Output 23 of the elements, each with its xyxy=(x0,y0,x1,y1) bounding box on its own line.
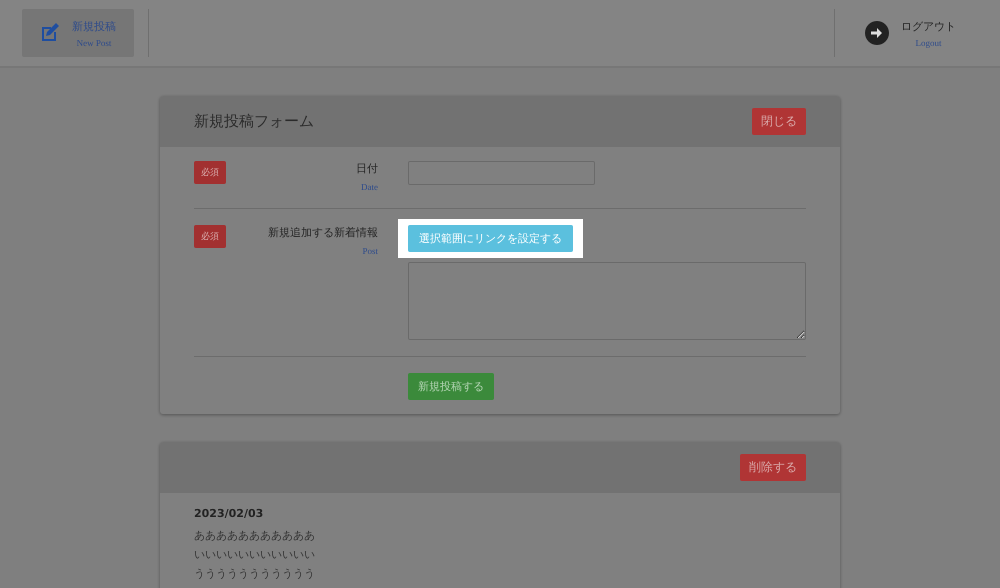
post-text-line: あああああああああああ xyxy=(194,528,316,543)
field-label: 新規追加する新着情報 xyxy=(268,225,378,240)
post-date: 2023/02/03 xyxy=(194,507,264,520)
post-text-line: いいいいいいいいいいい xyxy=(194,547,316,562)
field-label: 日付 xyxy=(356,161,378,176)
submit-button[interactable]: 新規投稿する xyxy=(408,373,494,400)
required-badge: 必須 xyxy=(194,161,226,184)
logout-label: ログアウト xyxy=(901,18,956,34)
post-textarea[interactable] xyxy=(408,262,806,340)
new-post-button[interactable]: 新規投稿 New Post xyxy=(22,9,134,57)
arrow-right-icon xyxy=(865,21,889,45)
post-text-line: ううううううううううう xyxy=(194,566,316,581)
new-post-sublabel: New Post xyxy=(76,38,112,48)
field-sublabel: Post xyxy=(362,246,378,256)
set-link-button[interactable]: 選択範囲にリンクを設定する xyxy=(408,225,573,252)
close-button[interactable]: 閉じる xyxy=(752,108,806,135)
field-sublabel: Date xyxy=(361,182,378,192)
form-title: 新規投稿フォーム xyxy=(194,112,314,131)
new-post-label: 新規投稿 xyxy=(72,18,116,34)
delete-button[interactable]: 削除する xyxy=(740,454,806,481)
logout-sublabel: Logout xyxy=(916,38,942,48)
logout-button[interactable]: ログアウト Logout xyxy=(835,18,978,48)
required-badge: 必須 xyxy=(194,225,226,248)
